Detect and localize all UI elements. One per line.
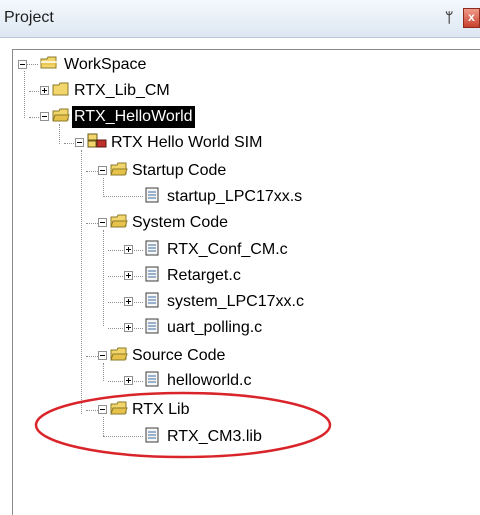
tree-label-workspace: WorkSpace: [64, 56, 147, 73]
plus-box-icon[interactable]: [40, 86, 49, 95]
tree-line: [86, 171, 98, 172]
file-icon: [145, 187, 159, 203]
folder-open-icon: [110, 214, 128, 228]
tree-label-system-file: RTX_Conf_CM.c: [167, 241, 288, 258]
file-icon: [145, 292, 159, 308]
folder-open-icon: [52, 108, 70, 122]
tree-label-target: RTX Hello World SIM: [111, 134, 263, 151]
tree-label-rtx-lib-cm: RTX_Lib_CM: [74, 82, 170, 99]
highlight-ellipse: [34, 391, 332, 459]
tree-node-system-file-3[interactable]: uart_polling.c: [124, 315, 344, 341]
folder-open-icon: [110, 347, 128, 361]
tree-node-system-group[interactable]: System Code: [98, 210, 298, 236]
tree-node-rtx-lib-cm[interactable]: RTX_Lib_CM: [40, 78, 240, 104]
minus-box-icon[interactable]: [98, 218, 107, 227]
tree-line: [81, 150, 82, 414]
tree-line: [24, 71, 25, 118]
file-icon: [145, 318, 159, 334]
tree-label-rtx-helloworld: RTX_HelloWorld: [72, 106, 195, 128]
minus-box-icon[interactable]: [98, 351, 107, 360]
tree-label-source-file: helloworld.c: [167, 372, 252, 389]
tree-node-system-file-1[interactable]: Retarget.c: [124, 263, 344, 289]
folder-open-icon: [110, 162, 128, 176]
tree-node-source-group[interactable]: Source Code: [98, 343, 298, 369]
file-icon: [145, 240, 159, 256]
tree-node-startup-file[interactable]: startup_LPC17xx.s: [145, 184, 345, 210]
tree-node-target[interactable]: RTX Hello World SIM: [75, 130, 315, 156]
tree-line: [86, 356, 98, 357]
minus-box-icon[interactable]: [40, 112, 49, 121]
folder-icon: [52, 82, 69, 96]
tree-label-system-file: uart_polling.c: [167, 319, 263, 336]
minus-box-icon[interactable]: [98, 166, 107, 175]
tree-label-startup-file: startup_LPC17xx.s: [167, 188, 303, 205]
tree-node-workspace[interactable]: WorkSpace: [18, 52, 218, 78]
tree-line: [103, 196, 143, 197]
tree-label-system-group: System Code: [132, 214, 229, 231]
tree-label-system-file: Retarget.c: [167, 267, 241, 284]
file-icon: [145, 371, 159, 387]
minus-box-icon[interactable]: [75, 138, 84, 147]
plus-box-icon[interactable]: [124, 245, 133, 254]
plus-box-icon[interactable]: [124, 323, 133, 332]
tree-line: [103, 230, 104, 326]
tree-label-startup-group: Startup Code: [132, 162, 227, 179]
project-panel: Project ᛘ x WorkSpace RTX_Lib_CM RTX_Hel…: [0, 0, 480, 515]
tree-node-system-file-2[interactable]: system_LPC17xx.c: [124, 289, 344, 315]
target-icon: [87, 133, 107, 148]
plus-box-icon[interactable]: [124, 376, 133, 385]
project-tree: WorkSpace RTX_Lib_CM RTX_HelloWorld RTX …: [0, 0, 480, 515]
minus-box-icon[interactable]: [18, 60, 27, 69]
folder-open-icon: [40, 56, 57, 69]
tree-node-system-file-0[interactable]: RTX_Conf_CM.c: [124, 237, 344, 263]
tree-node-rtx-helloworld[interactable]: RTX_HelloWorld: [40, 104, 260, 130]
plus-box-icon[interactable]: [124, 297, 133, 306]
tree-node-startup-group[interactable]: Startup Code: [98, 158, 298, 184]
plus-box-icon[interactable]: [124, 271, 133, 280]
tree-line: [86, 223, 98, 224]
file-icon: [145, 266, 159, 282]
tree-label-system-file: system_LPC17xx.c: [167, 293, 304, 310]
tree-label-source-group: Source Code: [132, 347, 226, 364]
